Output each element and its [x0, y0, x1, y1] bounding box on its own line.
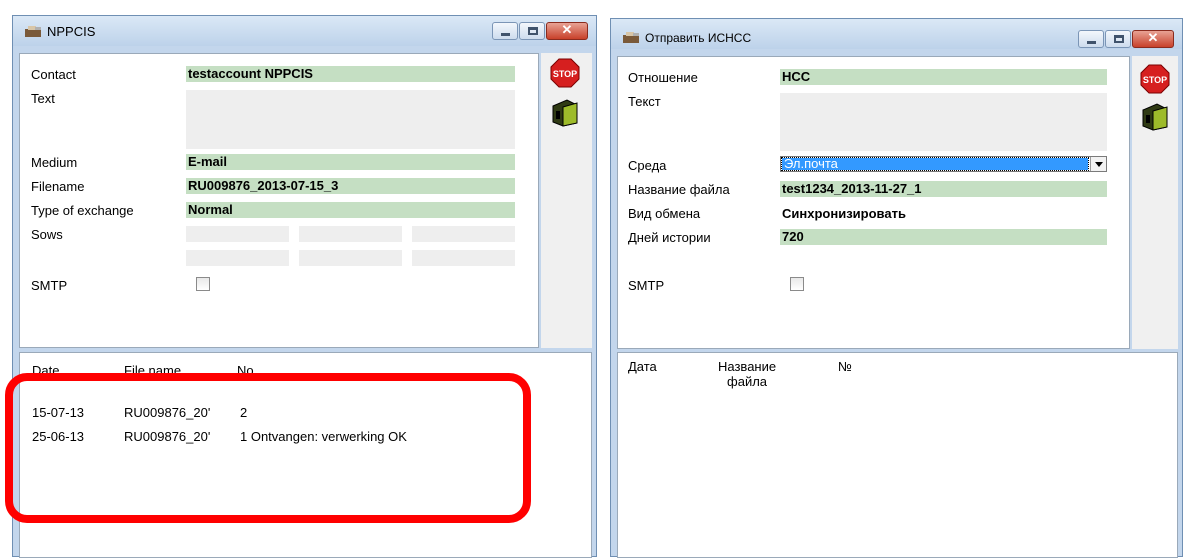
maximize-icon — [1114, 35, 1124, 43]
exchange-type-label: Вид обмена — [628, 206, 701, 221]
smtp-checkbox[interactable] — [196, 277, 210, 291]
filename-field[interactable]: RU009876_2013-07-15_3 — [186, 178, 515, 194]
medium-label: Medium — [31, 155, 78, 170]
medium-selected-value: Эл.почта — [781, 157, 1089, 171]
maximize-button[interactable] — [519, 22, 545, 40]
stop-button[interactable]: STOP — [550, 58, 580, 88]
chevron-down-icon[interactable] — [1090, 157, 1106, 171]
sows-field-1[interactable] — [186, 226, 289, 242]
minimize-icon — [501, 33, 510, 36]
minimize-icon — [1087, 41, 1096, 44]
medium-label: Среда — [628, 158, 667, 173]
sows-field-5[interactable] — [299, 250, 402, 266]
sows-field-6[interactable] — [412, 250, 515, 266]
window-title: NPPCIS — [47, 24, 96, 39]
side-toolbar: STOP — [1132, 56, 1178, 349]
maximize-button[interactable] — [1105, 30, 1131, 48]
sows-field-3[interactable] — [412, 226, 515, 242]
title-bar[interactable]: NPPCIS ✕ — [13, 16, 596, 46]
type-of-exchange-label: Type of exchange — [31, 203, 134, 218]
stop-label: STOP — [1143, 75, 1167, 85]
smtp-checkbox[interactable] — [790, 277, 804, 291]
form-pane: Отношение НСС Текст Среда Эл.почта Назва… — [617, 56, 1130, 349]
red-highlight-annotation — [5, 373, 531, 523]
file-name-field[interactable]: test1234_2013-11-27_1 — [780, 181, 1107, 197]
close-button[interactable]: ✕ — [1132, 30, 1174, 48]
close-icon: ✕ — [1147, 30, 1159, 45]
side-toolbar: STOP — [541, 53, 592, 348]
column-no[interactable]: № — [838, 359, 852, 374]
stop-button[interactable]: STOP — [1140, 64, 1170, 94]
send-isnss-window: Отправить ИСНСС ✕ Отношение НСС Текст Ср… — [610, 18, 1183, 558]
maximize-icon — [528, 27, 538, 35]
relation-label: Отношение — [628, 70, 698, 85]
form-pane: Contact testaccount NPPCIS Text Medium E… — [19, 53, 539, 348]
smtp-label: SMTP — [31, 278, 68, 293]
minimize-button[interactable] — [492, 22, 518, 40]
minimize-button[interactable] — [1078, 30, 1104, 48]
column-file-name[interactable]: Название файла — [718, 359, 776, 389]
exit-door-icon[interactable] — [1140, 101, 1170, 131]
history-days-field[interactable]: 720 — [780, 229, 1107, 245]
text-label: Text — [31, 91, 55, 106]
app-icon — [623, 32, 639, 43]
medium-select[interactable]: Эл.почта — [780, 156, 1107, 172]
text-field[interactable] — [186, 90, 515, 149]
sows-label: Sows — [31, 227, 63, 242]
text-field[interactable] — [780, 93, 1107, 151]
relation-field[interactable]: НСС — [780, 69, 1107, 85]
history-days-label: Дней истории — [628, 230, 711, 245]
filename-label: Filename — [31, 179, 85, 194]
file-name-label: Название файла — [628, 182, 730, 197]
history-list[interactable]: Дата Название файла № — [617, 352, 1178, 558]
type-of-exchange-field[interactable]: Normal — [186, 202, 515, 218]
stop-label: STOP — [553, 69, 577, 79]
close-icon: ✕ — [561, 22, 573, 37]
title-bar[interactable]: Отправить ИСНСС ✕ — [611, 19, 1182, 49]
sows-field-4[interactable] — [186, 250, 289, 266]
medium-field[interactable]: E-mail — [186, 154, 515, 170]
sows-field-2[interactable] — [299, 226, 402, 242]
exit-door-icon[interactable] — [550, 97, 580, 127]
exchange-type-value: Синхронизировать — [782, 206, 906, 221]
close-button[interactable]: ✕ — [546, 22, 588, 40]
text-label: Текст — [628, 94, 661, 109]
window-title: Отправить ИСНСС — [645, 31, 752, 45]
contact-label: Contact — [31, 67, 76, 82]
app-icon — [25, 26, 41, 37]
column-date[interactable]: Дата — [628, 359, 657, 374]
smtp-label: SMTP — [628, 278, 665, 293]
contact-field[interactable]: testaccount NPPCIS — [186, 66, 515, 82]
